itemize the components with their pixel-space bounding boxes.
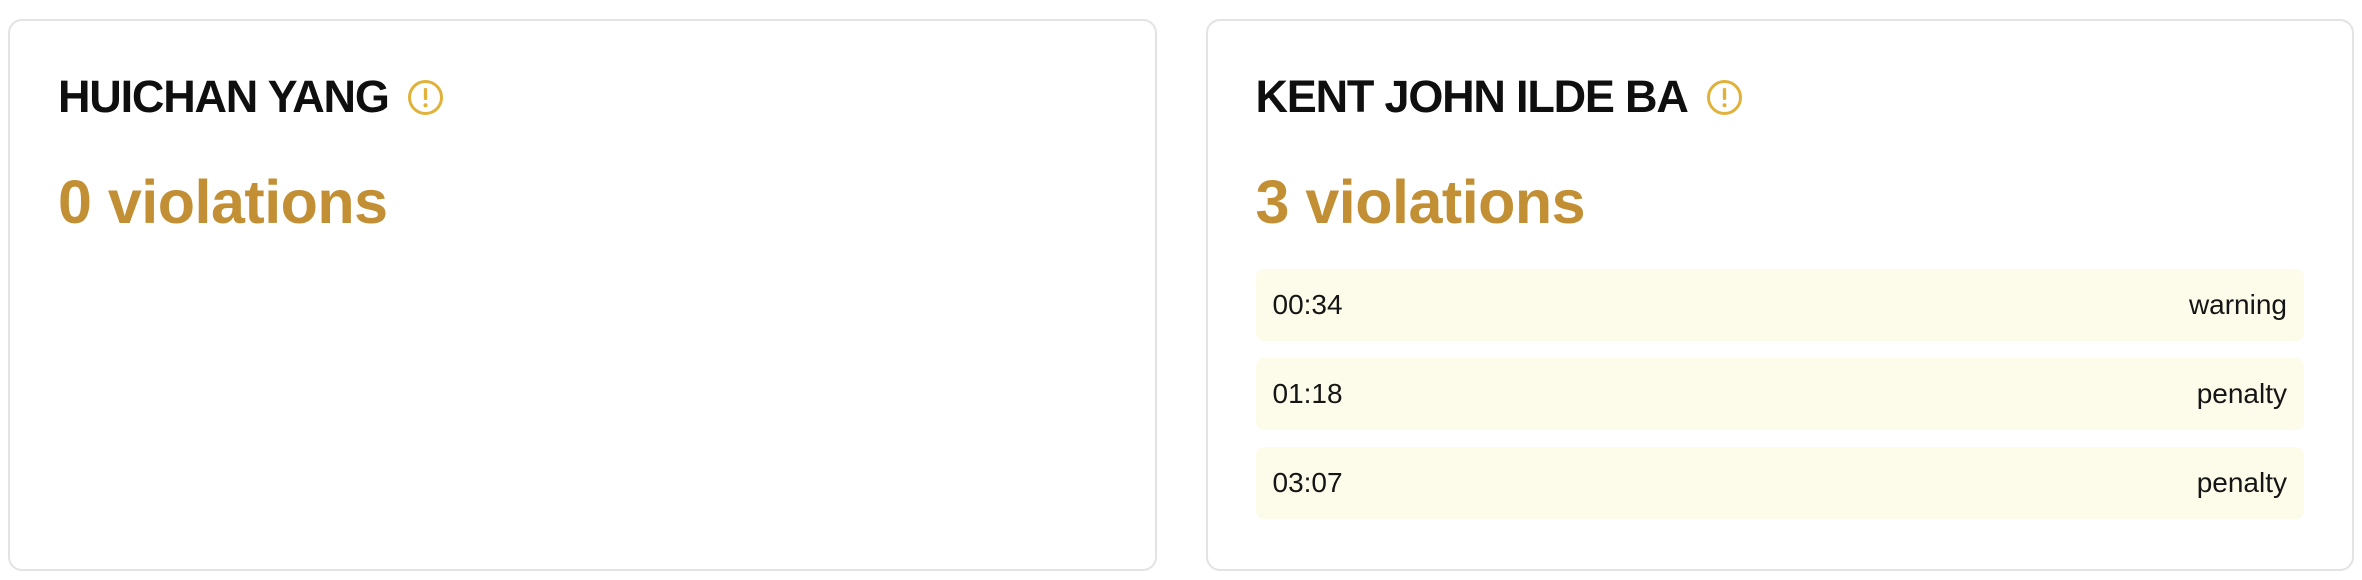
- violation-count: 0 violations: [58, 168, 388, 236]
- violation-type: warning: [2188, 289, 2287, 320]
- violation-time: 03:07: [1272, 467, 1343, 498]
- exclamation-circle-icon[interactable]: [1706, 79, 1743, 116]
- violation-row: 03:07 penalty: [1255, 447, 2304, 519]
- athlete-header: KENT JOHN ILDE BA: [1256, 67, 2305, 127]
- violation-type: penalty: [2196, 378, 2287, 409]
- exclamation-circle-icon[interactable]: [407, 79, 444, 116]
- violation-count: 3 violations: [1255, 168, 1586, 236]
- violation-row: 01:18 penalty: [1255, 358, 2304, 430]
- athlete-header: HUICHAN YANG: [58, 67, 1107, 127]
- athlete-name: HUICHAN YANG: [58, 71, 390, 122]
- athlete-cards: HUICHAN YANG 0 violations KENT JOHN ILDE…: [8, 19, 2354, 571]
- athlete-name: KENT JOHN ILDE BA: [1255, 71, 1689, 122]
- violation-time: 01:18: [1272, 378, 1343, 409]
- violation-list: 00:34 warning 01:18 penalty 03:07 penalty: [1255, 269, 2304, 519]
- violation-type: penalty: [2196, 467, 2287, 498]
- athlete-card: KENT JOHN ILDE BA 3 violations 00:34 warn…: [1205, 19, 2354, 571]
- violation-row: 00:34 warning: [1255, 269, 2304, 341]
- violation-time: 00:34: [1272, 289, 1343, 320]
- athlete-card: HUICHAN YANG 0 violations: [8, 19, 1157, 571]
